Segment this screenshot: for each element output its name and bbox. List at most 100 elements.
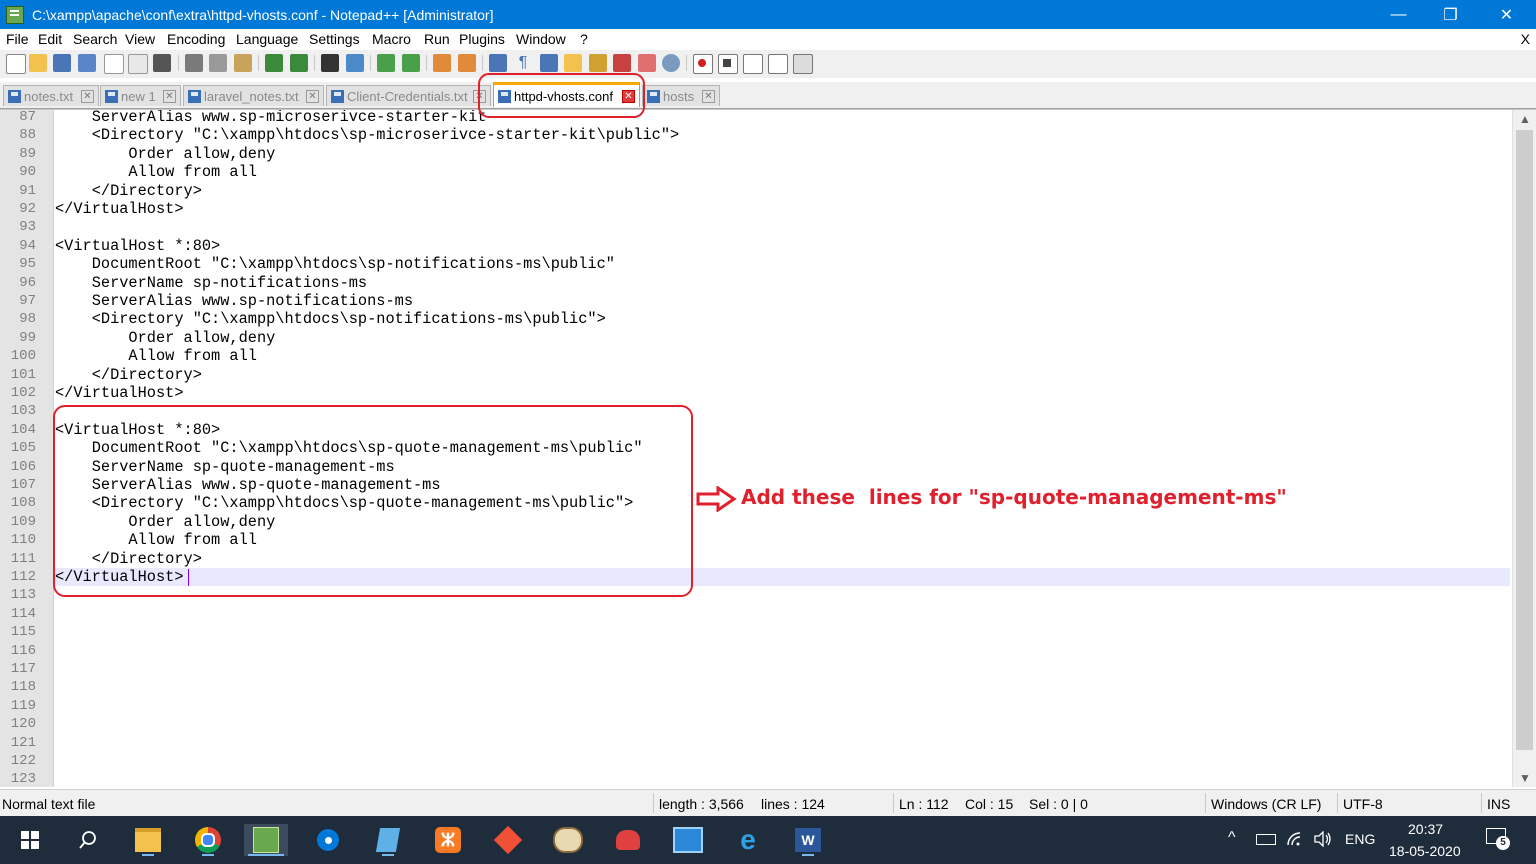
print-icon[interactable] [153, 54, 171, 72]
folder-as-workspace-icon[interactable] [638, 54, 656, 72]
code-line[interactable]: ServerName sp-notifications-ms [55, 274, 367, 292]
code-line[interactable]: <Directory "C:\xampp\htdocs\sp-notificat… [55, 310, 606, 328]
menu-language[interactable]: Language [236, 31, 298, 47]
input-language[interactable]: ENG [1345, 831, 1375, 847]
code-line[interactable]: DocumentRoot "C:\xampp\htdocs\sp-notific… [55, 255, 615, 273]
notepadpp-app-icon[interactable] [6, 5, 24, 24]
monitoring-eye-icon[interactable] [662, 54, 680, 72]
undo-icon[interactable] [265, 54, 283, 72]
paste-icon[interactable] [234, 54, 252, 72]
find-icon[interactable] [321, 54, 339, 72]
menu-help[interactable]: ? [580, 31, 588, 47]
close-all-icon[interactable] [128, 54, 148, 74]
menu-settings[interactable]: Settings [309, 31, 360, 47]
zoom-out-icon[interactable] [402, 54, 420, 72]
clock-time[interactable]: 20:37 [1408, 821, 1443, 837]
scrollbar-thumb[interactable] [1516, 130, 1533, 750]
notification-center-icon[interactable]: 5 [1486, 828, 1510, 850]
tab-hosts[interactable]: hosts ✕ [642, 85, 720, 106]
code-line[interactable]: ServerAlias www.sp-notifications-ms [55, 292, 413, 310]
show-all-characters-icon[interactable]: ¶ [514, 54, 532, 72]
tab-close-icon[interactable]: ✕ [702, 89, 715, 103]
tab-close-icon[interactable]: ✕ [163, 89, 176, 103]
line-number-gutter[interactable]: 87 88 89 90 91 92 93 94 95 96 97 98 99 100 101 102 103 10… [0, 110, 54, 787]
snipping-tool-icon[interactable] [612, 824, 644, 856]
word-icon[interactable]: W [792, 824, 824, 856]
code-line[interactable]: Order allow,deny [55, 145, 275, 163]
copy-icon[interactable] [209, 54, 227, 72]
close-file-icon[interactable] [104, 54, 124, 74]
menu-edit[interactable]: Edit [38, 31, 62, 47]
menu-plugins[interactable]: Plugins [459, 31, 505, 47]
code-line[interactable]: <VirtualHost *:80> [55, 237, 220, 255]
open-folder-icon[interactable] [29, 54, 47, 72]
status-encoding[interactable]: UTF-8 [1343, 796, 1383, 812]
cut-icon[interactable] [185, 54, 203, 72]
code-line[interactable]: </Directory> [55, 366, 202, 384]
tab-close-icon[interactable]: ✕ [306, 89, 319, 103]
play-macro-icon[interactable] [743, 54, 763, 74]
replace-icon[interactable] [346, 54, 364, 72]
show-hidden-icons-icon[interactable]: ^ [1228, 829, 1236, 847]
save-macro-icon[interactable] [793, 54, 813, 74]
save-all-icon[interactable] [78, 54, 96, 72]
record-macro-icon[interactable] [693, 54, 713, 74]
notepadpp-taskbar-icon[interactable] [244, 824, 288, 856]
scroll-up-icon[interactable]: ▲ [1513, 110, 1536, 128]
volume-icon[interactable] [1313, 830, 1333, 850]
photos-icon[interactable] [672, 824, 704, 856]
function-list-icon[interactable] [613, 54, 631, 72]
sync-horizontal-icon[interactable] [458, 54, 476, 72]
code-line[interactable]: Allow from all [55, 163, 257, 181]
code-line[interactable]: </VirtualHost> [55, 200, 184, 218]
minimize-button[interactable]: — [1371, 0, 1426, 29]
code-line[interactable]: Allow from all [55, 347, 257, 365]
git-icon[interactable] [492, 824, 524, 856]
save-icon[interactable] [53, 54, 71, 72]
sync-vertical-icon[interactable] [433, 54, 451, 72]
run-macro-multiple-icon[interactable] [768, 54, 788, 74]
chrome-icon[interactable] [192, 824, 224, 856]
tab-close-icon[interactable]: ✕ [81, 89, 94, 103]
close-document-button[interactable]: X [1521, 31, 1530, 47]
menu-file[interactable]: File [6, 31, 29, 47]
code-line[interactable]: </Directory> [55, 182, 202, 200]
doc-map-icon[interactable] [589, 54, 607, 72]
menu-search[interactable]: Search [73, 31, 117, 47]
battery-icon[interactable] [1256, 831, 1276, 845]
xampp-icon[interactable]: ⵣ [432, 824, 464, 856]
vertical-scrollbar[interactable]: ▲ ▼ [1512, 110, 1536, 787]
menu-view[interactable]: View [125, 31, 155, 47]
scroll-down-icon[interactable]: ▼ [1513, 769, 1536, 787]
indent-guide-icon[interactable] [540, 54, 558, 72]
file-explorer-icon[interactable] [132, 824, 164, 856]
code-line[interactable]: <Directory "C:\xampp\htdocs\sp-microseri… [55, 126, 680, 144]
tab-client-credentials-txt[interactable]: Client-Credentials.txt ✕ [326, 85, 491, 106]
tab-laravel-notes-txt[interactable]: laravel_notes.txt ✕ [183, 85, 324, 106]
tab-new-1[interactable]: new 1 ✕ [100, 85, 181, 106]
stop-macro-icon[interactable] [718, 54, 738, 74]
status-eol-format[interactable]: Windows (CR LF) [1211, 796, 1321, 812]
start-windows-icon[interactable] [14, 824, 46, 856]
maximize-button[interactable]: ❐ [1423, 0, 1478, 29]
redo-icon[interactable] [290, 54, 308, 72]
menu-window[interactable]: Window [516, 31, 566, 47]
search-icon[interactable] [72, 824, 104, 856]
code-line[interactable]: </VirtualHost> [55, 384, 184, 402]
word-wrap-icon[interactable] [489, 54, 507, 72]
notepad-icon[interactable] [372, 824, 404, 856]
tab-notes-txt[interactable]: notes.txt ✕ [3, 85, 99, 106]
code-line[interactable]: ServerAlias www.sp-microserivce-starter-… [55, 110, 487, 126]
paint-icon[interactable] [552, 824, 584, 856]
maps-icon[interactable] [312, 824, 344, 856]
new-file-icon[interactable] [6, 54, 26, 74]
menu-encoding[interactable]: Encoding [167, 31, 225, 47]
edge-icon[interactable]: e [732, 824, 764, 856]
menu-macro[interactable]: Macro [372, 31, 411, 47]
code-line[interactable]: Order allow,deny [55, 329, 275, 347]
clock-date[interactable]: 18-05-2020 [1389, 843, 1461, 859]
zoom-in-icon[interactable] [377, 54, 395, 72]
language-define-icon[interactable] [564, 54, 582, 72]
close-window-button[interactable]: ✕ [1479, 0, 1534, 29]
wifi-icon[interactable] [1286, 831, 1304, 850]
